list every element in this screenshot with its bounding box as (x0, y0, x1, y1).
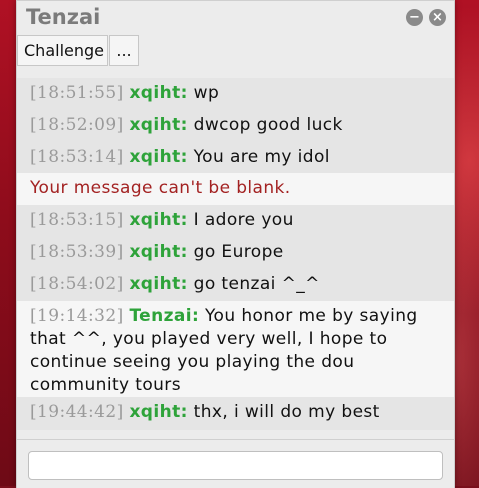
chat-message: [18:53:15] xqiht: I adore you (17, 205, 454, 237)
close-icon[interactable]: × (429, 9, 446, 26)
message-timestamp: [19:44:42] (30, 402, 124, 422)
message-text: thx, i will do my best (193, 402, 380, 422)
chat-message: [19:44:42] xqiht: thx, i will do my best (17, 397, 454, 430)
message-text: dwcop good luck (193, 115, 343, 135)
chat-message: [18:52:09] xqiht: dwcop good luck (17, 110, 454, 142)
input-area (17, 439, 454, 488)
error-text: Your message can't be blank. (30, 178, 291, 198)
window-title: Tenzai (26, 5, 101, 29)
message-username[interactable]: xqiht: (129, 210, 187, 230)
message-timestamp: [18:53:14] (30, 147, 124, 167)
message-username[interactable]: xqiht: (129, 274, 187, 294)
chat-input[interactable] (28, 451, 443, 480)
message-timestamp: [18:51:55] (30, 83, 124, 103)
chat-message: [18:51:55] xqiht: wp (17, 78, 454, 110)
chat-message: [18:53:39] xqiht: go Europe (17, 237, 454, 269)
message-text: You are my idol (193, 147, 330, 167)
message-timestamp: [18:53:39] (30, 242, 124, 262)
tab-challenge[interactable]: Challenge (17, 35, 108, 66)
message-username[interactable]: xqiht: (129, 402, 187, 422)
chat-message: [18:53:14] xqiht: You are my idol (17, 142, 454, 173)
chat-window: Tenzai − × Challenge ... [18:51:55] xqih… (16, 0, 455, 488)
chat-message: [19:14:32] Tenzai: You honor me by sayin… (17, 301, 454, 397)
chat-message: [18:54:02] xqiht: go tenzai ^_^ (17, 269, 454, 301)
message-timestamp: [19:14:32] (30, 306, 124, 326)
message-username[interactable]: Tenzai: (129, 306, 199, 326)
message-username[interactable]: xqiht: (129, 242, 187, 262)
message-text: wp (193, 83, 220, 103)
minimize-icon[interactable]: − (406, 9, 423, 26)
message-username[interactable]: xqiht: (129, 115, 187, 135)
message-text: go Europe (193, 242, 284, 262)
message-text: go tenzai ^_^ (193, 274, 320, 294)
message-timestamp: [18:53:15] (30, 210, 124, 230)
message-text: I adore you (193, 210, 294, 230)
message-timestamp: [18:54:02] (30, 274, 124, 294)
message-username[interactable]: xqiht: (129, 83, 187, 103)
message-list: [18:51:55] xqiht: wp [18:52:09] xqiht: d… (17, 78, 454, 430)
error-message: Your message can't be blank. (17, 173, 454, 205)
title-bar[interactable]: Tenzai − × (17, 1, 454, 34)
tab-more[interactable]: ... (109, 35, 139, 66)
tab-bar: Challenge ... (17, 35, 454, 66)
message-username[interactable]: xqiht: (129, 147, 187, 167)
message-timestamp: [18:52:09] (30, 115, 124, 135)
